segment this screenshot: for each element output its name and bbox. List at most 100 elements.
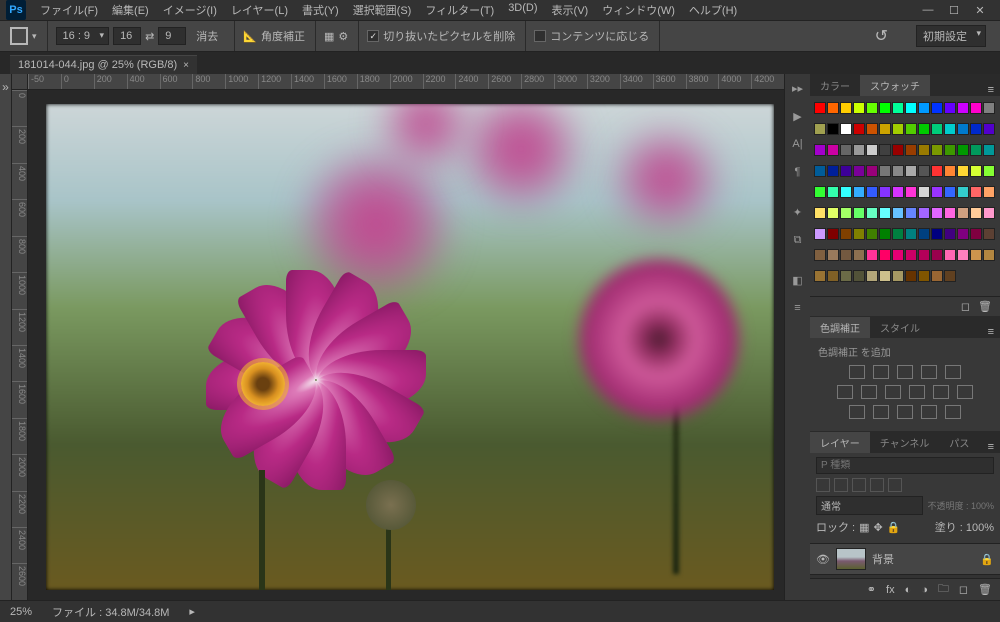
ruler-origin[interactable] [12, 74, 28, 90]
swatch-item[interactable] [944, 270, 956, 282]
filter-adjust-icon[interactable] [834, 478, 848, 492]
adj-brightness-icon[interactable] [849, 365, 865, 379]
swatch-item[interactable] [879, 144, 891, 156]
panel-menu-icon[interactable]: ≡ [982, 84, 1000, 96]
swatch-item[interactable] [853, 186, 865, 198]
swatch-item[interactable] [879, 186, 891, 198]
swatch-item[interactable] [931, 123, 943, 135]
swatch-item[interactable] [970, 144, 982, 156]
blend-mode-select[interactable]: 通常 [816, 496, 923, 515]
swatch-item[interactable] [853, 207, 865, 219]
swatch-item[interactable] [840, 228, 852, 240]
swatch-item[interactable] [814, 102, 826, 114]
layer-filter-input[interactable] [816, 457, 994, 474]
swatch-item[interactable] [853, 123, 865, 135]
close-button[interactable]: ✕ [974, 4, 986, 17]
swatch-item[interactable] [983, 144, 995, 156]
arrow-icon[interactable]: ▶ [790, 108, 806, 124]
layer-fx-icon[interactable]: fx [886, 584, 895, 596]
clone-icon[interactable]: ⧉ [790, 232, 806, 248]
panel-menu-icon[interactable]: ≡ [982, 326, 1000, 338]
swatch-item[interactable] [931, 186, 943, 198]
swatch-item[interactable] [983, 186, 995, 198]
history-icon[interactable]: ▸▸ [790, 80, 806, 96]
swatch-item[interactable] [866, 123, 878, 135]
swatch-item[interactable] [827, 228, 839, 240]
swatch-item[interactable] [879, 249, 891, 261]
swatch-item[interactable] [905, 207, 917, 219]
swatch-item[interactable] [814, 123, 826, 135]
swatch-item[interactable] [892, 102, 904, 114]
filter-shape-icon[interactable] [870, 478, 884, 492]
lock-all-icon[interactable]: ▦ [859, 521, 869, 534]
adj-invert-icon[interactable] [849, 405, 865, 419]
gear-icon[interactable]: ⚙ [338, 30, 348, 43]
adj-bw-icon[interactable] [885, 385, 901, 399]
menu-image[interactable]: イメージ(I) [157, 0, 223, 20]
adj-exposure-icon[interactable] [921, 365, 937, 379]
adj-posterize-icon[interactable] [873, 405, 889, 419]
swatch-item[interactable] [905, 249, 917, 261]
swatch-item[interactable] [879, 123, 891, 135]
maximize-button[interactable]: ☐ [948, 4, 960, 17]
swatch-item[interactable] [944, 207, 956, 219]
filter-smart-icon[interactable] [888, 478, 902, 492]
swatch-item[interactable] [983, 165, 995, 177]
swatch-item[interactable] [879, 207, 891, 219]
swatch-item[interactable] [944, 165, 956, 177]
swatch-item[interactable] [840, 249, 852, 261]
swatch-item[interactable] [931, 165, 943, 177]
swatch-item[interactable] [983, 102, 995, 114]
swatch-item[interactable] [983, 123, 995, 135]
swatch-item[interactable] [827, 144, 839, 156]
swatch-item[interactable] [866, 249, 878, 261]
delete-cropped-checkbox[interactable] [367, 30, 379, 42]
swatch-item[interactable] [853, 165, 865, 177]
ruler-vertical[interactable]: 0200400600800100012001400160018002000220… [12, 90, 28, 600]
link-layers-icon[interactable]: ⚭ [867, 583, 876, 596]
swatch-item[interactable] [814, 270, 826, 282]
swatch-item[interactable] [970, 228, 982, 240]
tab-swatch[interactable]: スウォッチ [860, 75, 930, 96]
swatch-item[interactable] [905, 102, 917, 114]
swatch-item[interactable] [879, 228, 891, 240]
swatch-item[interactable] [983, 207, 995, 219]
aspect-ratio-select[interactable]: 16 : 9 [56, 27, 110, 45]
menu-layer[interactable]: レイヤー(L) [225, 0, 294, 20]
swatch-item[interactable] [827, 102, 839, 114]
menu-3d[interactable]: 3D(D) [502, 0, 543, 20]
swatch-item[interactable] [866, 102, 878, 114]
swatch-item[interactable] [918, 186, 930, 198]
swatch-item[interactable] [931, 249, 943, 261]
adj-levels-icon[interactable] [873, 365, 889, 379]
adj-vibrance-icon[interactable] [945, 365, 961, 379]
swatch-item[interactable] [892, 228, 904, 240]
toolbox-expand-icon[interactable]: » [1, 76, 11, 98]
swatch-item[interactable] [944, 186, 956, 198]
swatch-item[interactable] [853, 270, 865, 282]
swatch-item[interactable] [866, 144, 878, 156]
document-canvas[interactable] [46, 104, 774, 590]
layer-item-background[interactable]: 👁 背景 🔒 [810, 544, 1000, 575]
menu-view[interactable]: 表示(V) [546, 0, 595, 20]
crop-width-input[interactable]: 16 [113, 27, 141, 45]
adj-hue-icon[interactable] [837, 385, 853, 399]
swatch-item[interactable] [879, 102, 891, 114]
layer-thumbnail[interactable] [836, 548, 866, 570]
delete-layer-icon[interactable]: 🗑 [978, 583, 992, 596]
tab-styles[interactable]: スタイル [870, 317, 930, 338]
adj-selective-icon[interactable] [945, 405, 961, 419]
swatch-item[interactable] [840, 207, 852, 219]
swatch-item[interactable] [931, 102, 943, 114]
swatch-item[interactable] [827, 123, 839, 135]
clear-button[interactable]: 消去 [190, 26, 224, 46]
swatch-item[interactable] [918, 249, 930, 261]
swatch-item[interactable] [970, 249, 982, 261]
workspace-select[interactable]: 初期設定 [916, 25, 986, 47]
grid-icon[interactable]: ▦ [324, 30, 334, 43]
swatch-item[interactable] [827, 186, 839, 198]
swatch-item[interactable] [827, 270, 839, 282]
adj-gradient-map-icon[interactable] [921, 405, 937, 419]
tab-color[interactable]: カラー [810, 75, 860, 96]
swatch-item[interactable] [827, 165, 839, 177]
